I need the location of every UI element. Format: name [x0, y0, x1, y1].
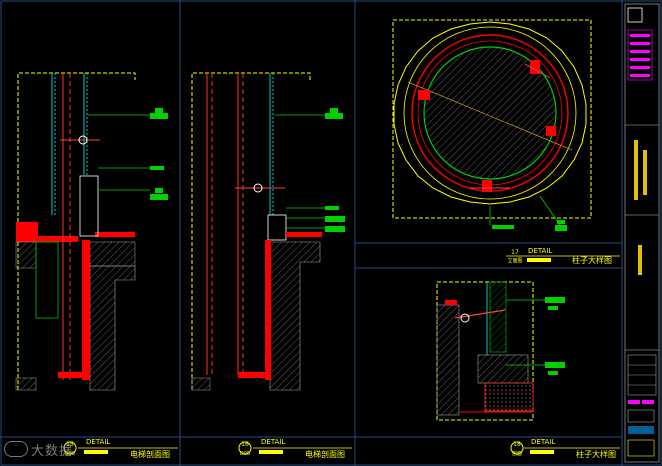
panel-elevator-section-2[interactable] [191, 72, 345, 391]
material-tag[interactable] [325, 113, 343, 119]
floor-cut [38, 236, 78, 242]
detail-title: 柱子大样图 [576, 449, 616, 459]
watermark-text: 大数据 [31, 444, 74, 459]
material-tag[interactable] [330, 108, 338, 113]
floor-cut [16, 222, 38, 242]
scale-bar [259, 450, 283, 454]
pit-cut [238, 372, 270, 378]
material-tag[interactable] [150, 166, 164, 170]
revision-row [630, 74, 650, 77]
revision-row [630, 42, 650, 45]
floor-cut [95, 232, 135, 237]
shaft-wall-cut [265, 240, 271, 380]
revision-row [630, 50, 650, 53]
material-tag[interactable] [155, 108, 163, 113]
cad-drawing-canvas[interactable]: 15 D08 DETAIL 电梯剖面图 16 D08 DETAIL 电梯剖面图 … [0, 0, 662, 466]
detail-word: DETAIL [531, 438, 555, 446]
watermark-logo-icon [4, 441, 28, 457]
title-block-16[interactable]: 16 D08 DETAIL 电梯剖面图 [238, 438, 352, 459]
material-tag[interactable] [325, 206, 339, 210]
bracket [546, 126, 556, 136]
material-tag[interactable] [325, 216, 345, 222]
shaft-wall [269, 241, 321, 391]
detail-title: 电梯剖面图 [130, 449, 170, 459]
slab [436, 304, 460, 416]
revision-row [630, 66, 650, 69]
project-name-vertical [634, 140, 638, 200]
project-name-vertical [643, 150, 647, 195]
material-tag[interactable] [492, 225, 514, 229]
material-tag[interactable] [545, 297, 565, 303]
floor-fill [484, 382, 534, 412]
detail-sheet: D08 [240, 451, 250, 457]
detail-word: DETAIL [528, 247, 552, 255]
detail-title: 柱子大样图 [572, 255, 612, 265]
material-tag[interactable] [555, 225, 567, 231]
revision-row [630, 58, 650, 61]
shaft-wall [89, 265, 136, 391]
title-block-15[interactable]: 15 D08 DETAIL 电梯剖面图 [63, 438, 178, 459]
scale-bar [527, 258, 551, 262]
pit-cut [58, 372, 88, 378]
detail-word: DETAIL [86, 438, 110, 446]
watermark: 大数据 [4, 440, 73, 459]
detail-sheet: 立面图 [507, 257, 522, 264]
material-tag[interactable] [557, 220, 565, 224]
drawing-title-strip[interactable] [624, 3, 660, 463]
panel-elevator-section-1[interactable] [15, 72, 168, 391]
slab [15, 241, 37, 269]
title-block-17[interactable]: 17 立面图 DETAIL 柱子大样图 [506, 247, 620, 265]
material-tag[interactable] [548, 371, 558, 375]
drawing-name-vertical [638, 245, 642, 275]
floor-cut [286, 232, 322, 237]
revision-row [630, 34, 650, 37]
detail-word: DETAIL [261, 438, 285, 446]
title-block-18[interactable]: 18 剖面 DETAIL 柱子大样图 [510, 438, 620, 459]
bracket [482, 180, 492, 192]
stamp-mark [628, 400, 640, 404]
slab [89, 241, 136, 267]
sheet-number-mark [628, 426, 654, 434]
shaft-wall-cut [82, 240, 90, 380]
scale-bar [530, 450, 554, 454]
door-frame [267, 214, 287, 241]
sheet-number-box [627, 409, 655, 423]
company-logo [627, 7, 643, 23]
detail-number: 16 [241, 441, 249, 448]
detail-sheet: 剖面 [512, 450, 522, 457]
panel-column-section[interactable] [436, 281, 565, 421]
bracket [418, 90, 430, 100]
detail-number: 18 [513, 441, 521, 448]
base-block [477, 354, 529, 384]
material-tag[interactable] [150, 113, 168, 119]
detail-title: 电梯剖面图 [305, 449, 345, 459]
material-tag[interactable] [155, 188, 163, 193]
revision-table [627, 29, 653, 81]
pit-floor [191, 377, 211, 391]
wall-outline [35, 241, 59, 319]
scale-bar [84, 450, 108, 454]
column-core [489, 281, 507, 353]
anchor-bolt [460, 313, 470, 323]
door-frame [79, 175, 99, 237]
material-tag[interactable] [150, 194, 168, 200]
scale-box [627, 439, 655, 457]
pit-floor [15, 377, 37, 391]
material-tag[interactable] [545, 362, 565, 368]
material-tag[interactable] [548, 306, 558, 310]
material-tag[interactable] [325, 226, 345, 232]
detail-number: 17 [511, 249, 519, 256]
stamp-mark [642, 400, 654, 404]
panel-column-plan[interactable] [392, 19, 592, 231]
title-strip-frame [624, 3, 660, 463]
bracket [445, 300, 457, 305]
